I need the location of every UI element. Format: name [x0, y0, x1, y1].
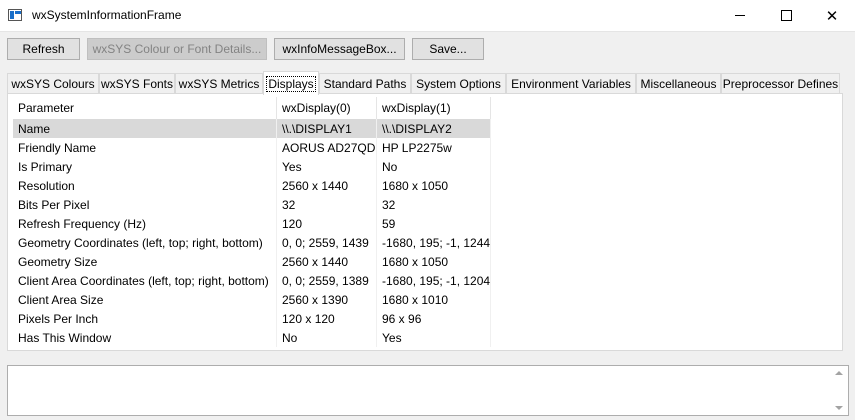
display-1-cell: -1680, 195; -1, 1204: [377, 271, 491, 290]
tab-displays[interactable]: Displays: [263, 71, 319, 95]
table-row[interactable]: Name \\.\DISPLAY1 \\.\DISPLAY2: [13, 119, 491, 138]
tab-standard-paths[interactable]: Standard Paths: [319, 73, 411, 94]
minimize-button[interactable]: [717, 0, 763, 31]
tab-system-options[interactable]: System Options: [411, 73, 506, 94]
close-icon: ✕: [825, 7, 839, 25]
info-message-box-button[interactable]: wxInfoMessageBox...: [274, 38, 405, 60]
log-scrollbar[interactable]: [831, 366, 848, 415]
parameter-cell: Pixels Per Inch: [13, 309, 277, 328]
display-0-cell: 2560 x 1390: [277, 290, 377, 309]
maximize-button[interactable]: [763, 0, 809, 31]
log-textbox[interactable]: [7, 365, 849, 416]
tab-wxsys-metrics[interactable]: wxSYS Metrics: [175, 73, 263, 94]
table-row[interactable]: Geometry Coordinates (left, top; right, …: [13, 233, 491, 252]
display-1-cell: HP LP2275w: [377, 138, 491, 157]
colour-font-details-button[interactable]: wxSYS Colour or Font Details...: [87, 38, 267, 60]
column-header-display-1[interactable]: wxDisplay(1): [377, 97, 491, 119]
parameter-cell: Geometry Coordinates (left, top; right, …: [13, 233, 277, 252]
display-1-cell: 59: [377, 214, 491, 233]
title-bar: wxSystemInformationFrame ✕: [0, 0, 855, 32]
display-1-cell: 32: [377, 195, 491, 214]
parameter-cell: Client Area Coordinates (left, top; righ…: [13, 271, 277, 290]
display-0-cell: 2560 x 1440: [277, 252, 377, 271]
displays-table: Parameter wxDisplay(0) wxDisplay(1) Name…: [13, 97, 491, 347]
table-row[interactable]: Refresh Frequency (Hz) 120 59: [13, 214, 491, 233]
display-1-cell: \\.\DISPLAY2: [377, 119, 491, 138]
column-header-parameter[interactable]: Parameter: [13, 97, 277, 119]
table-row[interactable]: Is Primary Yes No: [13, 157, 491, 176]
display-0-cell: 120: [277, 214, 377, 233]
scroll-up-icon[interactable]: [835, 371, 843, 375]
table-row[interactable]: Resolution 2560 x 1440 1680 x 1050: [13, 176, 491, 195]
column-header-display-0[interactable]: wxDisplay(0): [277, 97, 377, 119]
scroll-down-icon[interactable]: [835, 406, 843, 410]
display-0-cell: No: [277, 328, 377, 347]
display-0-cell: AORUS AD27QD: [277, 138, 377, 157]
table-row[interactable]: Friendly Name AORUS AD27QD HP LP2275w: [13, 138, 491, 157]
display-0-cell: 32: [277, 195, 377, 214]
tab-label: wxSYS Colours: [11, 77, 95, 91]
display-1-cell: 96 x 96: [377, 309, 491, 328]
tab-label: System Options: [416, 77, 501, 91]
table-row[interactable]: Client Area Coordinates (left, top; righ…: [13, 271, 491, 290]
table-header: Parameter wxDisplay(0) wxDisplay(1): [13, 97, 491, 119]
tab-preprocessor-defines[interactable]: Preprocessor Defines: [721, 73, 840, 94]
parameter-cell: Is Primary: [13, 157, 277, 176]
display-0-cell: 0, 0; 2559, 1439: [277, 233, 377, 252]
refresh-button[interactable]: Refresh: [7, 38, 80, 60]
maximize-icon: [780, 10, 792, 21]
tab-label: wxSYS Metrics: [178, 77, 260, 91]
tab-label: Displays: [266, 75, 316, 92]
displays-panel: Parameter wxDisplay(0) wxDisplay(1) Name…: [7, 93, 843, 351]
tab-wxsys-fonts[interactable]: wxSYS Fonts: [99, 73, 175, 94]
table-row[interactable]: Bits Per Pixel 32 32: [13, 195, 491, 214]
app-icon: [8, 9, 22, 21]
table-row[interactable]: Geometry Size 2560 x 1440 1680 x 1050: [13, 252, 491, 271]
tab-wxsys-colours[interactable]: wxSYS Colours: [7, 73, 99, 94]
tab-label: Preprocessor Defines: [722, 77, 839, 91]
display-1-cell: 1680 x 1010: [377, 290, 491, 309]
parameter-cell: Client Area Size: [13, 290, 277, 309]
tab-label: Environment Variables: [511, 77, 631, 91]
window-title: wxSystemInformationFrame: [32, 8, 182, 22]
parameter-cell: Name: [13, 119, 277, 138]
display-1-cell: -1680, 195; -1, 1244: [377, 233, 491, 252]
parameter-cell: Has This Window: [13, 328, 277, 347]
close-button[interactable]: ✕: [809, 0, 855, 31]
tab-label: Miscellaneous: [640, 77, 717, 91]
display-0-cell: 0, 0; 2559, 1389: [277, 271, 377, 290]
display-0-cell: Yes: [277, 157, 377, 176]
display-1-cell: No: [377, 157, 491, 176]
minimize-icon: [735, 15, 745, 16]
parameter-cell: Refresh Frequency (Hz): [13, 214, 277, 233]
table-row[interactable]: Pixels Per Inch 120 x 120 96 x 96: [13, 309, 491, 328]
tab-label: Standard Paths: [323, 77, 407, 91]
table-row[interactable]: Client Area Size 2560 x 1390 1680 x 1010: [13, 290, 491, 309]
table-row[interactable]: Has This Window No Yes: [13, 328, 491, 347]
parameter-cell: Geometry Size: [13, 252, 277, 271]
display-0-cell: 120 x 120: [277, 309, 377, 328]
display-0-cell: 2560 x 1440: [277, 176, 377, 195]
display-0-cell: \\.\DISPLAY1: [277, 119, 377, 138]
parameter-cell: Resolution: [13, 176, 277, 195]
parameter-cell: Bits Per Pixel: [13, 195, 277, 214]
tab-environment-variables[interactable]: Environment Variables: [506, 73, 636, 94]
tab-label: wxSYS Fonts: [100, 77, 174, 91]
tab-miscellaneous[interactable]: Miscellaneous: [636, 73, 721, 94]
display-1-cell: Yes: [377, 328, 491, 347]
save-button[interactable]: Save...: [412, 38, 484, 60]
display-1-cell: 1680 x 1050: [377, 176, 491, 195]
display-1-cell: 1680 x 1050: [377, 252, 491, 271]
parameter-cell: Friendly Name: [13, 138, 277, 157]
